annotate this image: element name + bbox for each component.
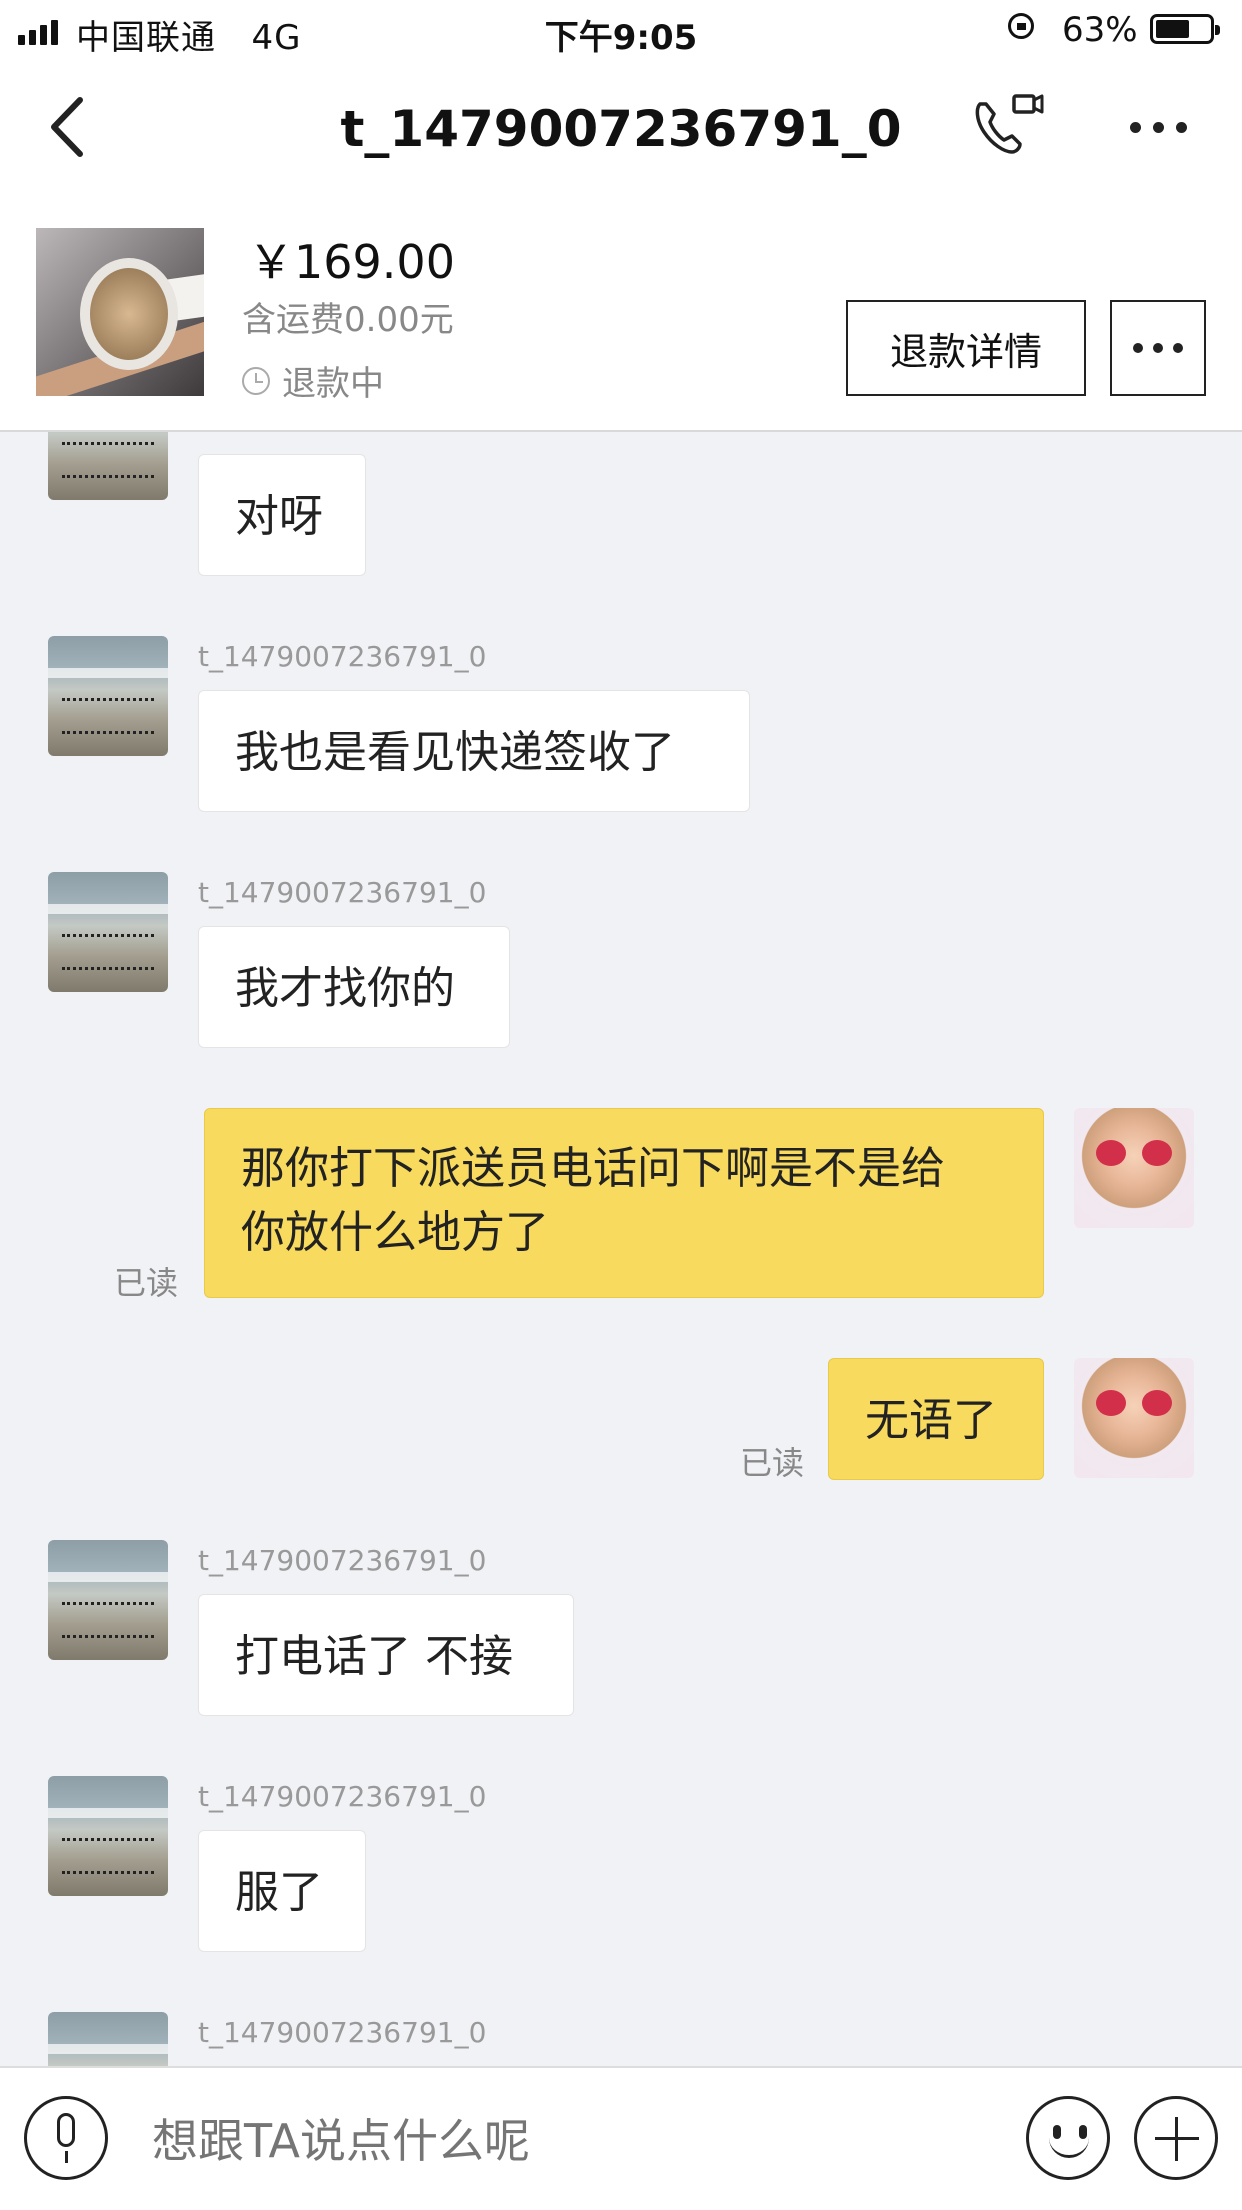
message-bubble[interactable]: 对呀: [198, 454, 366, 576]
sender-name: t_1479007236791_0: [198, 1780, 487, 1813]
message-input-bar: [0, 2066, 1242, 2210]
contact-avatar[interactable]: [48, 872, 168, 992]
status-text: 退款中: [282, 364, 384, 404]
product-card[interactable]: ￥169.00 含运费0.00元 退款中 退款详情: [0, 212, 1242, 432]
product-image[interactable]: [36, 228, 204, 396]
read-receipt: 已读: [740, 1444, 805, 1482]
contact-avatar[interactable]: [48, 1540, 168, 1660]
plus-icon[interactable]: [1134, 2096, 1218, 2180]
microphone-icon[interactable]: [24, 2096, 108, 2180]
message-bubble-sent[interactable]: 无语了: [828, 1358, 1044, 1480]
sender-name: t_1479007236791_0: [198, 876, 487, 909]
product-more-button[interactable]: [1110, 300, 1206, 396]
message-bubble[interactable]: 我也是看见快递签收了: [198, 690, 750, 812]
message-bubble[interactable]: 服了: [198, 1830, 366, 1952]
shipping-fee: 含运费0.00元: [242, 300, 454, 340]
battery-percent: 63%: [1062, 10, 1138, 50]
message-bubble[interactable]: 打电话了 不接: [198, 1594, 574, 1716]
clock-icon: [242, 366, 270, 395]
sender-name: t_1479007236791_0: [198, 2016, 487, 2049]
message-line: 你放什么地方了: [241, 1207, 549, 1258]
battery-fill: [1156, 20, 1189, 38]
contact-avatar[interactable]: [48, 432, 168, 500]
order-status: 退款中: [242, 356, 384, 405]
message-input[interactable]: [150, 2108, 954, 2174]
my-avatar[interactable]: [1074, 1108, 1194, 1228]
product-price: ￥169.00: [248, 235, 455, 289]
read-receipt: 已读: [114, 1264, 179, 1302]
contact-avatar[interactable]: [48, 2012, 168, 2066]
more-menu-icon[interactable]: [1130, 102, 1234, 152]
contact-avatar[interactable]: [48, 636, 168, 756]
message-bubble[interactable]: 我才找你的: [198, 926, 510, 1048]
sender-name: t_1479007236791_0: [198, 1544, 487, 1577]
message-bubble-sent[interactable]: 那你打下派送员电话问下啊是不是给 你放什么地方了: [204, 1108, 1044, 1298]
status-bar: 中国联通 4G 下午9:05 63%: [0, 0, 1242, 62]
video-call-icon[interactable]: [970, 90, 1046, 160]
nav-bar: t_1479007236791_0: [0, 62, 1242, 212]
battery-icon: [1150, 14, 1220, 44]
chat-message-list[interactable]: 对呀 t_1479007236791_0 我也是看见快递签收了 t_147900…: [0, 432, 1242, 2066]
sender-name: t_1479007236791_0: [198, 640, 487, 673]
contact-avatar[interactable]: [48, 1776, 168, 1896]
my-avatar[interactable]: [1074, 1358, 1194, 1478]
emoji-icon[interactable]: [1026, 2096, 1110, 2180]
chat-title: t_1479007236791_0: [340, 100, 902, 158]
refund-details-button[interactable]: 退款详情: [846, 300, 1086, 396]
message-line: 那你打下派送员电话问下啊是不是给: [241, 1143, 945, 1194]
rotation-lock-icon: [1008, 13, 1034, 39]
status-time: 下午9:05: [544, 18, 698, 58]
